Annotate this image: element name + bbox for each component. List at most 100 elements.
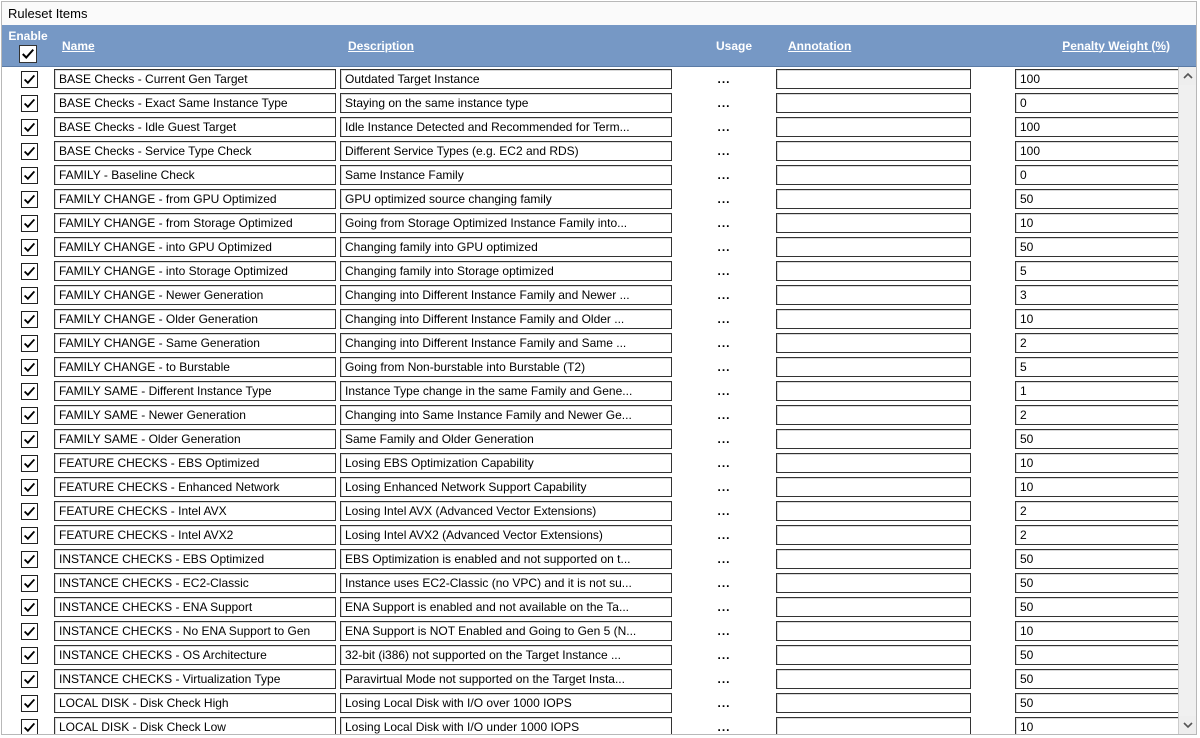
row-penalty-input[interactable] bbox=[1015, 453, 1190, 473]
row-usage-cell[interactable]: ... bbox=[674, 216, 774, 230]
row-checkbox[interactable] bbox=[21, 671, 38, 688]
scroll-down-arrow[interactable] bbox=[1179, 716, 1196, 734]
row-annotation-input[interactable] bbox=[776, 141, 971, 161]
row-checkbox[interactable] bbox=[21, 215, 38, 232]
row-annotation-input[interactable] bbox=[776, 621, 971, 641]
row-penalty-input[interactable] bbox=[1015, 405, 1190, 425]
row-name-input[interactable] bbox=[54, 309, 336, 329]
row-checkbox[interactable] bbox=[21, 551, 38, 568]
row-penalty-input[interactable] bbox=[1015, 717, 1190, 734]
row-checkbox[interactable] bbox=[21, 95, 38, 112]
row-annotation-input[interactable] bbox=[776, 309, 971, 329]
row-description-input[interactable] bbox=[340, 669, 672, 689]
row-annotation-input[interactable] bbox=[776, 285, 971, 305]
row-checkbox[interactable] bbox=[21, 719, 38, 735]
row-usage-cell[interactable]: ... bbox=[674, 528, 774, 542]
header-annotation-link[interactable]: Annotation bbox=[788, 39, 980, 53]
row-usage-cell[interactable]: ... bbox=[674, 456, 774, 470]
row-penalty-input[interactable] bbox=[1015, 237, 1190, 257]
row-checkbox[interactable] bbox=[21, 431, 38, 448]
row-annotation-input[interactable] bbox=[776, 93, 971, 113]
row-penalty-input[interactable] bbox=[1015, 69, 1190, 89]
row-usage-cell[interactable]: ... bbox=[674, 504, 774, 518]
row-penalty-input[interactable] bbox=[1015, 165, 1190, 185]
row-name-input[interactable] bbox=[54, 285, 336, 305]
row-penalty-input[interactable] bbox=[1015, 621, 1190, 641]
row-name-input[interactable] bbox=[54, 405, 336, 425]
row-description-input[interactable] bbox=[340, 165, 672, 185]
row-penalty-input[interactable] bbox=[1015, 669, 1190, 689]
row-penalty-input[interactable] bbox=[1015, 645, 1190, 665]
row-description-input[interactable] bbox=[340, 381, 672, 401]
row-annotation-input[interactable] bbox=[776, 117, 971, 137]
row-annotation-input[interactable] bbox=[776, 381, 971, 401]
row-usage-cell[interactable]: ... bbox=[674, 624, 774, 638]
row-penalty-input[interactable] bbox=[1015, 381, 1190, 401]
row-checkbox[interactable] bbox=[21, 527, 38, 544]
row-penalty-input[interactable] bbox=[1015, 549, 1190, 569]
row-annotation-input[interactable] bbox=[776, 213, 971, 233]
row-penalty-input[interactable] bbox=[1015, 477, 1190, 497]
row-description-input[interactable] bbox=[340, 645, 672, 665]
row-penalty-input[interactable] bbox=[1015, 501, 1190, 521]
row-annotation-input[interactable] bbox=[776, 477, 971, 497]
row-description-input[interactable] bbox=[340, 333, 672, 353]
row-name-input[interactable] bbox=[54, 69, 336, 89]
row-description-input[interactable] bbox=[340, 69, 672, 89]
row-description-input[interactable] bbox=[340, 453, 672, 473]
row-name-input[interactable] bbox=[54, 141, 336, 161]
row-annotation-input[interactable] bbox=[776, 501, 971, 521]
row-usage-cell[interactable]: ... bbox=[674, 408, 774, 422]
row-checkbox[interactable] bbox=[21, 119, 38, 136]
row-penalty-input[interactable] bbox=[1015, 141, 1190, 161]
row-name-input[interactable] bbox=[54, 621, 336, 641]
row-penalty-input[interactable] bbox=[1015, 429, 1190, 449]
row-checkbox[interactable] bbox=[21, 359, 38, 376]
row-annotation-input[interactable] bbox=[776, 573, 971, 593]
row-usage-cell[interactable]: ... bbox=[674, 432, 774, 446]
row-usage-cell[interactable]: ... bbox=[674, 144, 774, 158]
row-annotation-input[interactable] bbox=[776, 645, 971, 665]
row-description-input[interactable] bbox=[340, 309, 672, 329]
row-penalty-input[interactable] bbox=[1015, 261, 1190, 281]
header-name-link[interactable]: Name bbox=[62, 39, 340, 53]
row-usage-cell[interactable]: ... bbox=[674, 600, 774, 614]
row-annotation-input[interactable] bbox=[776, 525, 971, 545]
row-usage-cell[interactable]: ... bbox=[674, 360, 774, 374]
row-usage-cell[interactable]: ... bbox=[674, 72, 774, 86]
row-name-input[interactable] bbox=[54, 573, 336, 593]
row-usage-cell[interactable]: ... bbox=[674, 696, 774, 710]
row-description-input[interactable] bbox=[340, 189, 672, 209]
row-name-input[interactable] bbox=[54, 717, 336, 734]
row-annotation-input[interactable] bbox=[776, 405, 971, 425]
row-usage-cell[interactable]: ... bbox=[674, 264, 774, 278]
row-description-input[interactable] bbox=[340, 717, 672, 734]
row-annotation-input[interactable] bbox=[776, 429, 971, 449]
row-checkbox[interactable] bbox=[21, 143, 38, 160]
row-name-input[interactable] bbox=[54, 213, 336, 233]
row-usage-cell[interactable]: ... bbox=[674, 480, 774, 494]
row-name-input[interactable] bbox=[54, 429, 336, 449]
row-description-input[interactable] bbox=[340, 621, 672, 641]
row-usage-cell[interactable]: ... bbox=[674, 648, 774, 662]
row-annotation-input[interactable] bbox=[776, 453, 971, 473]
row-annotation-input[interactable] bbox=[776, 69, 971, 89]
row-name-input[interactable] bbox=[54, 645, 336, 665]
row-usage-cell[interactable]: ... bbox=[674, 288, 774, 302]
row-usage-cell[interactable]: ... bbox=[674, 672, 774, 686]
row-checkbox[interactable] bbox=[21, 455, 38, 472]
row-checkbox[interactable] bbox=[21, 695, 38, 712]
row-name-input[interactable] bbox=[54, 693, 336, 713]
row-usage-cell[interactable]: ... bbox=[674, 336, 774, 350]
row-checkbox[interactable] bbox=[21, 479, 38, 496]
row-penalty-input[interactable] bbox=[1015, 309, 1190, 329]
row-checkbox[interactable] bbox=[21, 239, 38, 256]
row-penalty-input[interactable] bbox=[1015, 213, 1190, 233]
row-usage-cell[interactable]: ... bbox=[674, 384, 774, 398]
row-name-input[interactable] bbox=[54, 669, 336, 689]
scroll-up-arrow[interactable] bbox=[1179, 67, 1196, 85]
row-usage-cell[interactable]: ... bbox=[674, 96, 774, 110]
row-checkbox[interactable] bbox=[21, 647, 38, 664]
row-usage-cell[interactable]: ... bbox=[674, 120, 774, 134]
row-annotation-input[interactable] bbox=[776, 549, 971, 569]
